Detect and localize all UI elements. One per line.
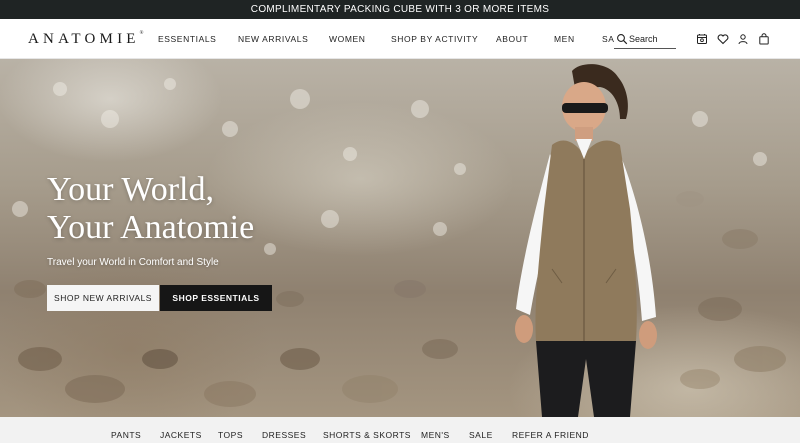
category-shorts-skorts[interactable]: SHORTS & SKORTS bbox=[323, 430, 411, 440]
user-icon[interactable] bbox=[737, 33, 749, 45]
category-refer-a-friend[interactable]: REFER A FRIEND bbox=[512, 430, 589, 440]
logo-mark: ® bbox=[139, 31, 144, 36]
site-header: ANATOMIE® ESSENTIALS NEW ARRIVALS WOMEN … bbox=[0, 19, 800, 59]
hero-title-line-2: Your Anatomie bbox=[47, 209, 255, 246]
nav-about[interactable]: ABOUT bbox=[496, 34, 528, 44]
category-dresses[interactable]: DRESSES bbox=[262, 430, 306, 440]
catalog-icon[interactable] bbox=[696, 33, 708, 45]
nav-essentials[interactable]: ESSENTIALS bbox=[158, 34, 216, 44]
shop-essentials-button[interactable]: SHOP ESSENTIALS bbox=[160, 285, 272, 311]
category-jackets[interactable]: JACKETS bbox=[160, 430, 202, 440]
promo-text: COMPLIMENTARY PACKING CUBE WITH 3 OR MOR… bbox=[250, 4, 550, 15]
hero-title-line-1: Your World, bbox=[47, 171, 214, 208]
logo-text: ANATOMIE bbox=[28, 31, 140, 47]
shop-new-arrivals-button[interactable]: SHOP NEW ARRIVALS bbox=[47, 285, 159, 311]
model-photo bbox=[515, 64, 657, 417]
hero-title: Your World, Your Anatomie bbox=[47, 171, 254, 247]
category-tops[interactable]: TOPS bbox=[218, 430, 243, 440]
nav-women[interactable]: WOMEN bbox=[329, 34, 366, 44]
brand-logo[interactable]: ANATOMIE® bbox=[28, 31, 143, 48]
category-mens[interactable]: MEN'S bbox=[421, 430, 450, 440]
category-sale[interactable]: SALE bbox=[469, 430, 493, 440]
search-input[interactable]: Search bbox=[614, 29, 676, 49]
search-icon bbox=[617, 33, 628, 44]
heart-icon[interactable] bbox=[717, 33, 729, 45]
bag-icon[interactable] bbox=[758, 33, 770, 45]
hero-banner[interactable]: Your World, Your Anatomie Travel your Wo… bbox=[0, 59, 800, 417]
promo-banner[interactable]: COMPLIMENTARY PACKING CUBE WITH 3 OR MOR… bbox=[0, 0, 800, 19]
hero-subtitle: Travel your World in Comfort and Style bbox=[47, 257, 219, 268]
category-pants[interactable]: PANTS bbox=[111, 430, 141, 440]
category-bar: PANTS JACKETS TOPS DRESSES SHORTS & SKOR… bbox=[0, 417, 800, 443]
nav-men[interactable]: MEN bbox=[554, 34, 575, 44]
nav-new-arrivals[interactable]: NEW ARRIVALS bbox=[238, 34, 308, 44]
search-placeholder: Search bbox=[629, 33, 658, 44]
nav-shop-by-activity[interactable]: SHOP BY ACTIVITY bbox=[391, 34, 478, 44]
